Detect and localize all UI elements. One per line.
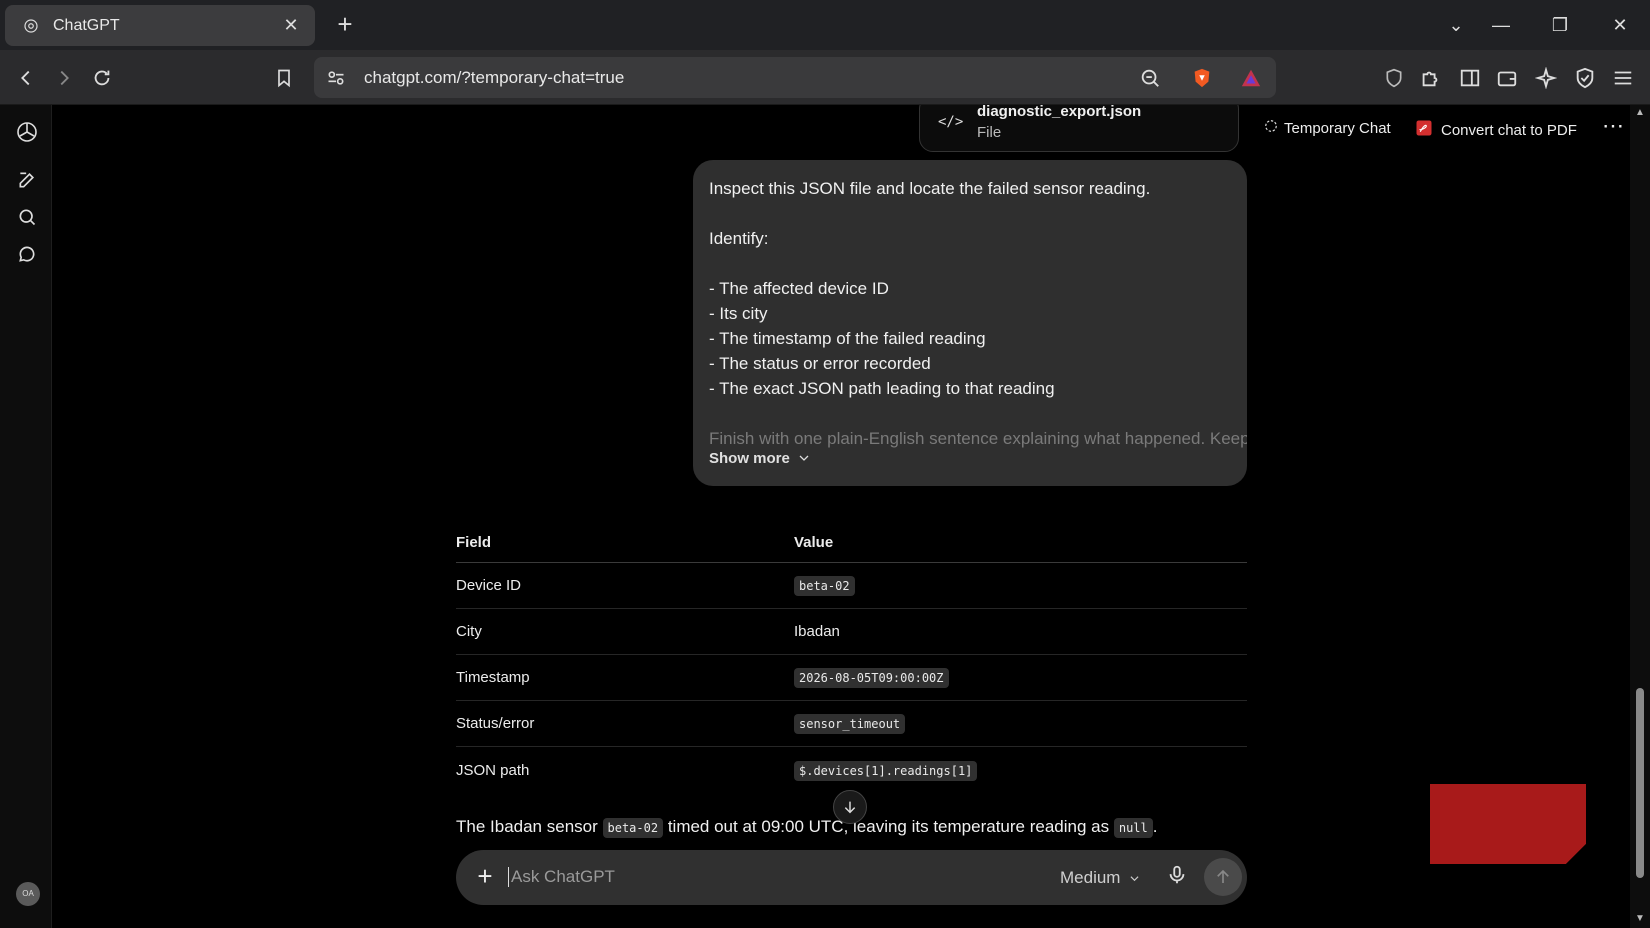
table-row: JSON path $.devices[1].readings[1] — [456, 747, 1247, 793]
temporary-chat-label: Temporary Chat — [1284, 119, 1391, 137]
table-cell-value: sensor_timeout — [794, 714, 906, 734]
result-table: Field Value Device ID beta-02 City Ibada… — [456, 523, 1247, 793]
message-bullet: - Its city — [709, 304, 768, 323]
chat-main: </> diagnostic_export.json File Temporar… — [52, 105, 1630, 928]
leo-ai-icon[interactable] — [1530, 62, 1562, 94]
scrollbar-thumb[interactable] — [1636, 688, 1644, 878]
table-row: Device ID beta-02 — [456, 563, 1247, 609]
chats-icon[interactable] — [14, 241, 40, 267]
send-button[interactable] — [1204, 858, 1242, 896]
table-header-row: Field Value — [456, 523, 1247, 563]
file-type: File — [977, 124, 1002, 141]
microphone-icon[interactable] — [1166, 864, 1192, 890]
table-header-field: Field — [456, 534, 492, 551]
temporary-chat-button[interactable]: Temporary Chat — [1264, 119, 1391, 137]
menu-icon[interactable] — [1607, 62, 1639, 94]
show-more-button[interactable]: Show more — [709, 450, 810, 467]
message-composer: + Ask ChatGPT Medium — [456, 850, 1247, 905]
message-bullet: - The timestamp of the failed reading — [709, 329, 986, 348]
restore-button[interactable]: ❐ — [1538, 8, 1582, 42]
browser-toolbar: chatgpt.com/?temporary-chat=true — [0, 50, 1650, 105]
sidebar-toggle-icon[interactable] — [1454, 62, 1486, 94]
table-header-value: Value — [794, 534, 834, 551]
brave-rewards-icon[interactable] — [1239, 67, 1263, 94]
prompt-input[interactable]: Ask ChatGPT — [508, 867, 615, 887]
convert-pdf-label: Convert chat to PDF — [1441, 121, 1577, 139]
message-line: Inspect this JSON file and locate the fa… — [709, 179, 1151, 198]
table-cell-field: City — [456, 623, 482, 640]
more-options-icon[interactable]: ⋯ — [1602, 113, 1624, 139]
scroll-down-button[interactable] — [833, 790, 867, 824]
table-cell-field: Device ID — [456, 577, 522, 594]
brave-shields-icon[interactable] — [1191, 66, 1213, 95]
table-row: Status/error sensor_timeout — [456, 701, 1247, 747]
back-icon[interactable] — [10, 62, 42, 94]
site-settings-icon[interactable] — [326, 68, 346, 93]
message-line: Identify: — [709, 229, 769, 248]
table-cell-field: Status/error — [456, 715, 535, 732]
vpn-shield-icon[interactable] — [1378, 62, 1410, 94]
wallet-icon[interactable] — [1491, 62, 1523, 94]
new-tab-button[interactable]: + — [330, 10, 360, 40]
chat-sidebar: OA — [0, 105, 52, 928]
search-icon[interactable] — [14, 204, 40, 230]
reload-icon[interactable] — [86, 62, 118, 94]
minimize-button[interactable]: — — [1479, 8, 1523, 42]
browser-tab[interactable]: ChatGPT ✕ — [5, 5, 315, 46]
message-bullet: - The exact JSON path leading to that re… — [709, 379, 1055, 398]
message-bullet: - The status or error recorded — [709, 354, 931, 373]
arrow-down-icon — [844, 801, 856, 814]
arrow-up-icon — [1217, 869, 1229, 883]
page-scrollbar[interactable]: ▲ ▼ — [1630, 105, 1650, 928]
browser-tab-bar: ChatGPT ✕ + ⌄ — ❐ ✕ — [0, 0, 1650, 50]
url-text: chatgpt.com/?temporary-chat=true — [364, 68, 625, 87]
assistant-summary: The Ibadan sensor beta-02 timed out at 0… — [456, 815, 1157, 840]
show-more-label: Show more — [709, 450, 790, 467]
scroll-up-icon[interactable]: ▲ — [1635, 107, 1645, 118]
summary-code: null — [1113, 818, 1153, 838]
close-tab-icon[interactable]: ✕ — [279, 15, 303, 36]
model-selector[interactable]: Medium — [1060, 868, 1140, 888]
table-cell-value: Ibadan — [794, 623, 840, 640]
new-chat-icon[interactable] — [14, 167, 40, 193]
table-cell-value: $.devices[1].readings[1] — [794, 760, 978, 781]
table-row: City Ibadan — [456, 609, 1247, 655]
forward-icon[interactable] — [48, 62, 80, 94]
message-faded-line: Finish with one plain-English sentence e… — [709, 429, 1247, 448]
table-row: Timestamp 2026-08-05T09:00:00Z — [456, 655, 1247, 701]
code-file-icon: </> — [938, 114, 964, 130]
chatgpt-logo-icon — [21, 16, 41, 36]
chevron-down-icon — [1129, 868, 1140, 887]
bookmark-icon[interactable] — [268, 62, 300, 94]
user-avatar[interactable]: OA — [16, 882, 40, 906]
add-attachment-button[interactable]: + — [470, 862, 500, 892]
user-message-bubble: Inspect this JSON file and locate the fa… — [693, 160, 1247, 486]
message-bullet: - The affected device ID — [709, 279, 889, 298]
pdf-icon — [1415, 119, 1433, 141]
convert-pdf-button[interactable]: Convert chat to PDF — [1415, 119, 1577, 141]
openai-logo-icon[interactable] — [14, 119, 40, 145]
tab-title: ChatGPT — [53, 16, 120, 34]
vpn-icon[interactable] — [1569, 62, 1601, 94]
table-cell-value: beta-02 — [794, 576, 855, 596]
file-name: diagnostic_export.json — [977, 105, 1142, 120]
zoom-out-icon[interactable] — [1139, 67, 1161, 94]
table-cell-field: JSON path — [456, 761, 530, 779]
table-cell-value: 2026-08-05T09:00:00Z — [794, 668, 949, 688]
extensions-icon[interactable] — [1414, 62, 1446, 94]
summary-text: timed out at 09:00 UTC, leaving its temp… — [667, 817, 1110, 836]
summary-text: The Ibadan sensor — [456, 817, 598, 836]
summary-text: . — [1152, 817, 1158, 836]
dashed-circle-icon — [1264, 119, 1278, 137]
muo-watermark-logo — [1430, 784, 1586, 864]
summary-code: beta-02 — [602, 818, 664, 838]
file-attachment-card[interactable]: </> diagnostic_export.json File — [919, 105, 1239, 152]
scroll-down-icon[interactable]: ▼ — [1635, 913, 1645, 924]
table-cell-field: Timestamp — [456, 669, 530, 686]
close-window-button[interactable]: ✕ — [1598, 8, 1642, 42]
model-label: Medium — [1060, 868, 1121, 887]
address-bar[interactable]: chatgpt.com/?temporary-chat=true — [314, 57, 1276, 98]
tab-search-chevron-icon[interactable]: ⌄ — [1434, 8, 1478, 42]
chevron-down-icon — [798, 450, 810, 467]
